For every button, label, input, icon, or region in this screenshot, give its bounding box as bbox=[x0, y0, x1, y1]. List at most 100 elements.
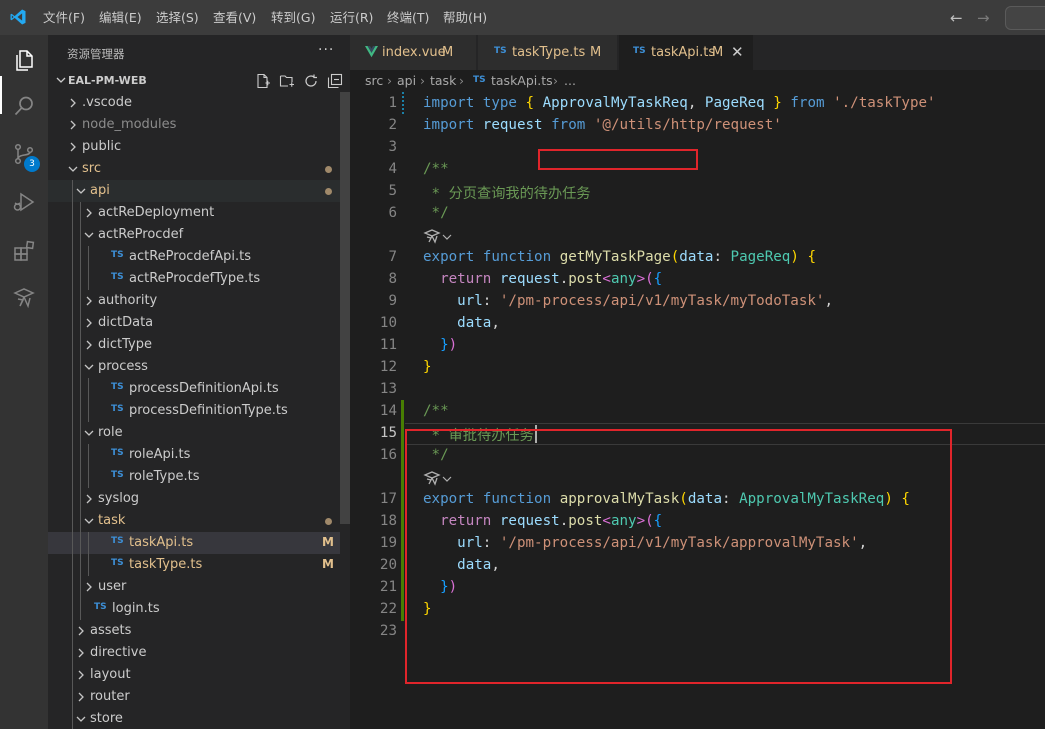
menu-item[interactable]: 选择(S) bbox=[156, 0, 199, 35]
tree-folder[interactable]: syslog bbox=[48, 488, 340, 510]
vscode-logo-icon bbox=[10, 9, 26, 25]
tree-file[interactable]: TS roleType.ts bbox=[48, 466, 340, 488]
tree-folder[interactable]: assets bbox=[48, 620, 340, 642]
explorer-title: 资源管理器 bbox=[67, 47, 125, 61]
indent-guide bbox=[80, 444, 81, 466]
refresh-icon[interactable] bbox=[303, 73, 319, 89]
tree-file[interactable]: TS taskType.ts M bbox=[48, 554, 340, 576]
command-center-search[interactable] bbox=[1005, 6, 1045, 30]
tree-file[interactable]: TS actReProcdefType.ts bbox=[48, 268, 340, 290]
code-token: { bbox=[525, 95, 535, 111]
indent-guide bbox=[72, 510, 73, 532]
tree-item-label: actReProcdefApi.ts bbox=[129, 249, 252, 264]
menu-item[interactable]: 文件(F) bbox=[43, 0, 85, 35]
tree-folder[interactable]: store bbox=[48, 708, 340, 729]
menu-item[interactable]: 查看(V) bbox=[213, 0, 256, 35]
tree-item-label: taskApi.ts bbox=[129, 535, 194, 550]
tree-file[interactable]: TS processDefinitionApi.ts bbox=[48, 378, 340, 400]
tree-folder[interactable]: router bbox=[48, 686, 340, 708]
tree-folder[interactable]: actReProcdef bbox=[48, 224, 340, 246]
tree-folder[interactable]: api bbox=[48, 180, 340, 202]
scm-badge: 3 bbox=[24, 156, 40, 172]
tree-item-label: actReProcdefType.ts bbox=[129, 271, 261, 286]
tree-file[interactable]: TS roleApi.ts bbox=[48, 444, 340, 466]
breadcrumb-symbols[interactable]: ... bbox=[564, 73, 576, 88]
tree-folder[interactable]: actReDeployment bbox=[48, 202, 340, 224]
code-editor[interactable]: 1 import type { ApprovalMyTaskReq, PageRe… bbox=[350, 92, 1045, 729]
tree-folder[interactable]: user bbox=[48, 576, 340, 598]
extensions-icon[interactable] bbox=[12, 239, 36, 263]
go-forward-icon[interactable]: → bbox=[977, 9, 990, 27]
new-file-icon[interactable] bbox=[255, 73, 271, 89]
breadcrumb-file[interactable]: taskApi.ts bbox=[491, 73, 553, 88]
tree-file[interactable]: TS processDefinitionType.ts bbox=[48, 400, 340, 422]
indent-guide bbox=[80, 576, 81, 598]
menu-item[interactable]: 终端(T) bbox=[387, 0, 429, 35]
explorer-icon[interactable] bbox=[12, 48, 36, 72]
collapse-all-icon[interactable] bbox=[327, 73, 343, 89]
menu-item[interactable]: 转到(G) bbox=[271, 0, 315, 35]
breadcrumb-item[interactable]: api bbox=[397, 73, 416, 88]
menu-item[interactable]: 编辑(E) bbox=[99, 0, 142, 35]
codelens-row[interactable] bbox=[350, 225, 1045, 247]
annotation-highlight-box bbox=[538, 149, 698, 170]
breadcrumb-item[interactable]: src bbox=[365, 73, 383, 88]
tree-folder[interactable]: task bbox=[48, 510, 340, 532]
tree-item-label: actReProcdef bbox=[98, 227, 184, 242]
go-back-icon[interactable]: ← bbox=[950, 9, 963, 27]
line-content: import type { ApprovalMyTaskReq, PageReq… bbox=[423, 95, 936, 111]
code-token: import bbox=[423, 117, 475, 133]
tree-file[interactable]: TS actReProcdefApi.ts bbox=[48, 246, 340, 268]
menu-item[interactable]: 帮助(H) bbox=[443, 0, 487, 35]
sidebar-scrollbar[interactable] bbox=[340, 92, 350, 524]
tree-folder[interactable]: role bbox=[48, 422, 340, 444]
tree-file[interactable]: TS login.ts bbox=[48, 598, 340, 620]
menu-item[interactable]: 运行(R) bbox=[330, 0, 373, 35]
tree-folder[interactable]: node_modules bbox=[48, 114, 340, 136]
code-token: : bbox=[482, 293, 500, 309]
chevron-right-icon bbox=[70, 98, 76, 108]
new-folder-icon[interactable] bbox=[279, 73, 295, 89]
tree-item-label: syslog bbox=[98, 491, 140, 506]
tree-folder[interactable]: public bbox=[48, 136, 340, 158]
tree-folder[interactable]: layout bbox=[48, 664, 340, 686]
line-number: 11 bbox=[379, 337, 397, 353]
more-actions-icon[interactable]: ··· bbox=[318, 42, 334, 58]
tree-item-label: dictType bbox=[98, 337, 152, 352]
tree-folder[interactable]: authority bbox=[48, 290, 340, 312]
tab-taskapi-ts[interactable]: TS taskApi.ts M ✕ bbox=[619, 35, 754, 70]
tree-folder[interactable]: process bbox=[48, 356, 340, 378]
modified-dot-icon bbox=[325, 188, 332, 195]
vite-icon[interactable] bbox=[12, 286, 36, 310]
code-token: request bbox=[499, 271, 560, 287]
code-token: } bbox=[423, 359, 432, 375]
tree-folder[interactable]: directive bbox=[48, 642, 340, 664]
workspace-name: EAL-PM-WEB bbox=[68, 74, 147, 87]
code-token: : bbox=[713, 249, 731, 265]
line-content: /** bbox=[423, 161, 449, 177]
codelens-action-icon[interactable] bbox=[423, 227, 459, 245]
breadcrumb-item[interactable]: task bbox=[430, 73, 456, 88]
tree-folder[interactable]: src bbox=[48, 158, 340, 180]
code-line: 13 bbox=[350, 379, 1045, 401]
tree-folder[interactable]: dictType bbox=[48, 334, 340, 356]
tab-tasktype-ts[interactable]: TS taskType.ts M bbox=[478, 35, 618, 70]
line-number: 2 bbox=[388, 117, 397, 133]
search-icon[interactable] bbox=[12, 94, 36, 118]
line-content: }) bbox=[423, 337, 457, 353]
code-token: } bbox=[440, 337, 449, 353]
code-token: url bbox=[457, 293, 483, 309]
tree-folder[interactable]: .vscode bbox=[48, 92, 340, 114]
tab-index-vue[interactable]: index.vue M bbox=[350, 35, 477, 70]
code-line: 10 data, bbox=[350, 313, 1045, 335]
line-content: import request from '@/utils/http/reques… bbox=[423, 117, 782, 133]
run-debug-icon[interactable] bbox=[12, 190, 36, 214]
close-icon[interactable]: ✕ bbox=[731, 43, 744, 61]
tree-file[interactable]: TS taskApi.ts M bbox=[48, 532, 340, 554]
chevron-right-icon bbox=[70, 142, 76, 152]
tree-item-label: public bbox=[82, 139, 122, 154]
tree-folder[interactable]: dictData bbox=[48, 312, 340, 334]
